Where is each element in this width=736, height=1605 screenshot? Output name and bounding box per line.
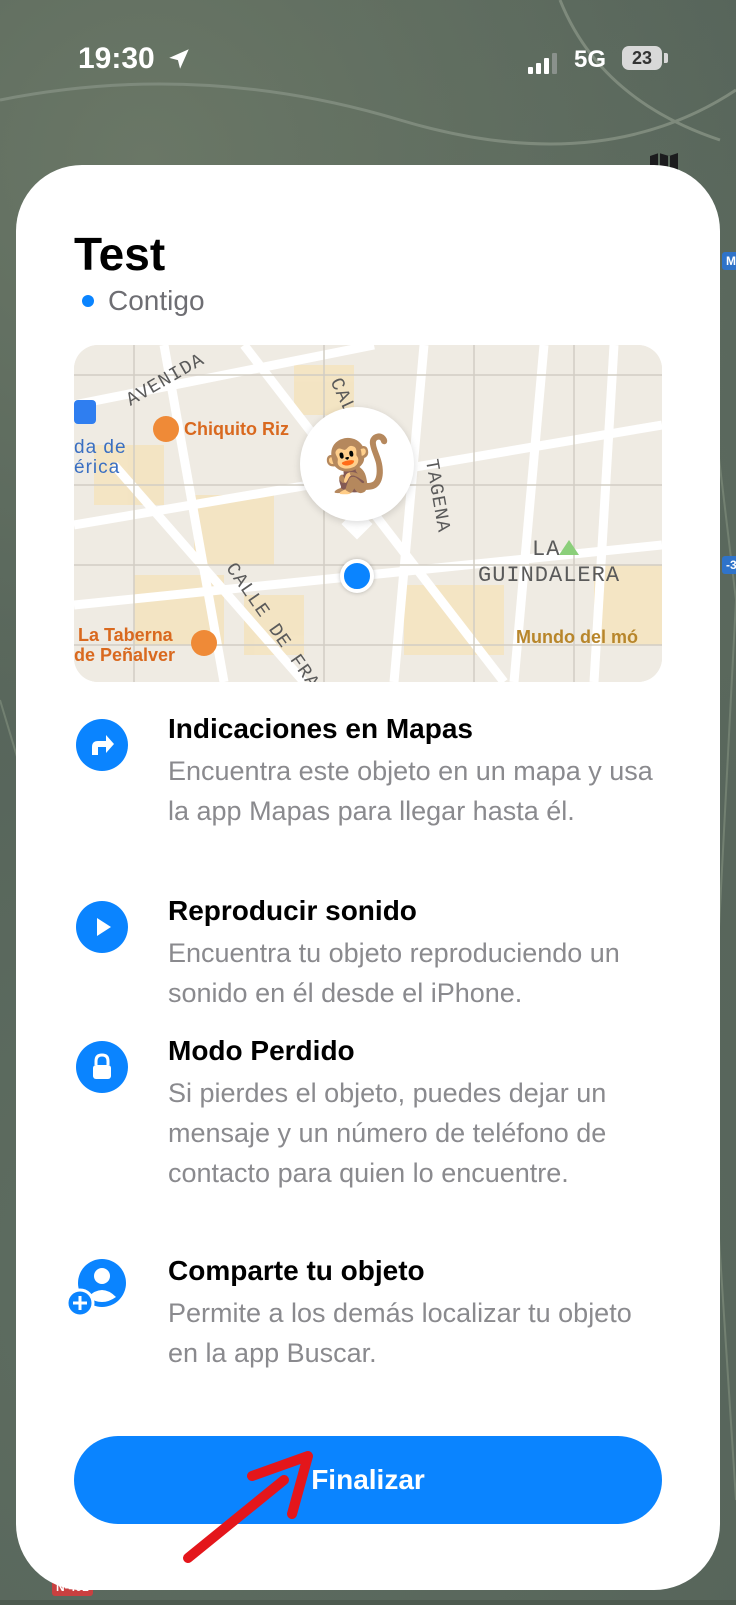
map-preview[interactable]: AVENIDA CAL TAGENA CALLE DE FRA LA GUIND… [74,345,662,682]
annotation-arrow-icon [183,1451,313,1563]
poi-taberna-location: de Peñalver [74,645,176,665]
poi-chiquito: Chiquito Riz [184,419,289,439]
feature-description: Permite a los demás localizar tu objeto … [168,1298,632,1368]
road-badge-top: M- [722,252,736,270]
item-pin-avatar: 🐒 [300,407,414,521]
road-badge-mid: -3 [722,556,736,574]
item-location-dot [340,559,374,593]
lock-icon [76,1041,128,1093]
feature-play-sound[interactable]: Reproducir sonido Encuentra tu objeto re… [74,895,674,1015]
network-label: 5G [574,46,607,73]
share-person-icon [66,1255,130,1319]
feature-directions[interactable]: Indicaciones en Mapas Encuentra este obj… [74,713,674,873]
location-arrow-icon [169,49,189,69]
directions-arrow-icon [76,719,128,771]
item-title: Test [74,228,166,280]
feature-title: Modo Perdido [168,1035,355,1066]
feature-description: Si pierdes el objeto, puedes dejar un me… [168,1078,607,1188]
feature-title: Comparte tu objeto [168,1255,425,1286]
status-dot-icon [82,295,94,307]
item-location-status: Contigo [82,285,205,317]
poi-taberna-name: La Taberna [78,625,173,645]
feature-description: Encuentra este objeto en un mapa y usa l… [168,756,653,826]
finish-button[interactable]: Finalizar [74,1436,662,1524]
play-icon [76,901,128,953]
map-label-la: LA [532,537,561,562]
cellular-signal-icon [528,53,557,74]
feature-title: Reproducir sonido [168,895,417,926]
item-subtitle: Contigo [108,285,205,316]
map-label-america-2: érica [74,457,121,478]
feature-share[interactable]: Comparte tu objeto Permite a los demás l… [66,1255,674,1375]
feature-description: Encuentra tu objeto reproduciendo un son… [168,938,620,1008]
poi-mundo: Mundo del mó [516,627,638,647]
map-label-america-1: da de [74,437,127,458]
status-time: 19:30 [78,42,155,75]
battery-cap [664,53,668,63]
item-sheet: Test Contigo AVENIDA CAL TAGENA CALLE DE… [16,165,720,1590]
feature-lost-mode[interactable]: Modo Perdido Si pierdes el objeto, puede… [74,1035,674,1235]
battery-indicator: 23 [622,46,662,70]
feature-title: Indicaciones en Mapas [168,713,473,744]
status-bar: 19:30 5G 23 [0,0,736,120]
map-label-guindalera: GUINDALERA [478,563,621,588]
